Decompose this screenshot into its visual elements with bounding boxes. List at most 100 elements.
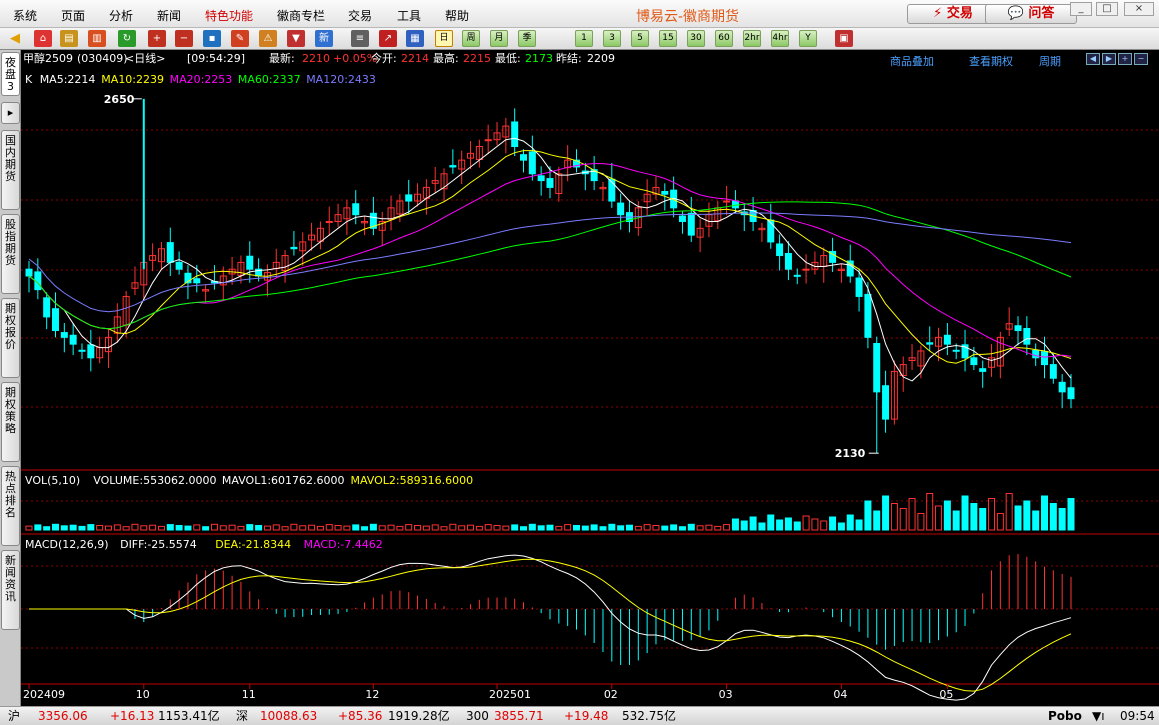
tab-night-session[interactable]: 夜盘3 bbox=[1, 52, 20, 96]
volume-bar bbox=[263, 525, 271, 531]
menu-news[interactable]: 新闻 bbox=[157, 7, 181, 24]
close-button[interactable]: × bbox=[1124, 2, 1154, 16]
home-icon[interactable]: ⌂ bbox=[34, 30, 52, 47]
price-chart[interactable]: K MA5:2214 MA10:2239 MA20:2253 MA60:2337 MA12… bbox=[21, 50, 1159, 706]
volume-bar bbox=[316, 525, 324, 531]
candle-body bbox=[69, 334, 77, 345]
period-icon[interactable]: ▦ bbox=[406, 30, 424, 47]
menu-features[interactable]: 特色功能 bbox=[205, 7, 253, 24]
period-link[interactable]: 周期 bbox=[1039, 53, 1061, 69]
volume-bar bbox=[581, 525, 589, 531]
chart-area[interactable]: K MA5:2214 MA10:2239 MA20:2253 MA60:2337 MA12… bbox=[21, 50, 1159, 706]
x-axis-label: 03 bbox=[719, 688, 733, 701]
period-week-button[interactable]: 周 bbox=[462, 30, 480, 47]
volume-bar bbox=[899, 508, 907, 531]
qa-button[interactable]: 💬 问答 bbox=[985, 4, 1077, 24]
candle-body bbox=[43, 297, 51, 318]
period-3m-button[interactable]: 3 bbox=[603, 30, 621, 47]
tab-news-info[interactable]: 新闻资讯 bbox=[1, 550, 20, 630]
volume-bar bbox=[749, 516, 757, 531]
volume-bar bbox=[776, 519, 784, 531]
menu-system[interactable]: 系统 bbox=[13, 7, 37, 24]
prev-settle-price: 2209 bbox=[587, 52, 615, 65]
period-year-button[interactable]: Y bbox=[799, 30, 817, 47]
x-axis-label: 05 bbox=[939, 688, 953, 701]
open-price: 2214 bbox=[401, 52, 429, 65]
zoom-in-icon[interactable]: + bbox=[148, 30, 166, 47]
zoom-out-icon[interactable]: − bbox=[175, 30, 193, 47]
tab-index-futures[interactable]: 股指期货 bbox=[1, 214, 20, 294]
candle-body bbox=[943, 334, 951, 345]
settings-icon[interactable]: ▣ bbox=[835, 30, 853, 47]
volume-bar bbox=[184, 525, 192, 531]
database-icon[interactable]: ▤ bbox=[60, 30, 78, 47]
indicator-icon[interactable]: ▪ bbox=[203, 30, 221, 47]
overlay-link[interactable]: 商品叠加 bbox=[890, 53, 934, 69]
menu-trade[interactable]: 交易 bbox=[348, 7, 372, 24]
volume-bar bbox=[1049, 503, 1057, 531]
trend-icon[interactable]: ↗ bbox=[379, 30, 397, 47]
candle-body bbox=[87, 344, 95, 359]
volume-bar bbox=[793, 521, 801, 531]
refresh-icon[interactable]: ↻ bbox=[118, 30, 136, 47]
period-5m-button[interactable]: 5 bbox=[631, 30, 649, 47]
period-15m-button[interactable]: 15 bbox=[659, 30, 677, 47]
period-60m-button[interactable]: 60 bbox=[715, 30, 733, 47]
zoom-out-chart-icon[interactable]: − bbox=[1134, 53, 1148, 65]
menu-huishang-column[interactable]: 徽商专栏 bbox=[277, 7, 325, 24]
tab-option-quotes[interactable]: 期权报价 bbox=[1, 298, 20, 378]
alert-icon[interactable]: ⚠ bbox=[259, 30, 277, 47]
sh-label: 沪 bbox=[8, 709, 21, 723]
tab-expand[interactable]: ▸ bbox=[1, 102, 20, 124]
candle-body bbox=[882, 385, 890, 420]
volume-bar bbox=[855, 519, 863, 531]
pen-icon[interactable]: ✎ bbox=[231, 30, 249, 47]
scroll-left-icon[interactable]: ◀ bbox=[1086, 53, 1100, 65]
news-icon[interactable]: 新 bbox=[315, 30, 333, 47]
volume-bar bbox=[414, 525, 422, 531]
candle-body bbox=[193, 278, 201, 284]
zoom-in-chart-icon[interactable]: + bbox=[1118, 53, 1132, 65]
period-day-button[interactable]: 日 bbox=[435, 30, 453, 47]
report-icon[interactable]: ▥ bbox=[88, 30, 106, 47]
menu-analysis[interactable]: 分析 bbox=[109, 7, 133, 24]
candle-body bbox=[793, 274, 801, 277]
volume-bar bbox=[625, 524, 633, 531]
grid-icon[interactable]: ≡ bbox=[351, 30, 369, 47]
period-quarter-button[interactable]: 季 bbox=[518, 30, 536, 47]
volume-bar bbox=[943, 500, 951, 531]
volume-bar bbox=[670, 524, 678, 531]
volume-bar bbox=[202, 526, 210, 531]
view-options-link[interactable]: 查看期权 bbox=[969, 53, 1013, 69]
volume-bar bbox=[502, 525, 510, 531]
volume-bar bbox=[723, 524, 731, 531]
volume-bar bbox=[422, 525, 430, 531]
minimize-button[interactable]: _ bbox=[1070, 2, 1092, 16]
period-30m-button[interactable]: 30 bbox=[687, 30, 705, 47]
tab-domestic-futures[interactable]: 国内期货 bbox=[1, 130, 20, 210]
maximize-button[interactable]: □ bbox=[1096, 2, 1118, 16]
period-1m-button[interactable]: 1 bbox=[575, 30, 593, 47]
menu-page[interactable]: 页面 bbox=[61, 7, 85, 24]
period-month-button[interactable]: 月 bbox=[490, 30, 508, 47]
filter-icon[interactable]: ▼ bbox=[287, 30, 305, 47]
sh-change: +16.13 bbox=[110, 709, 155, 723]
tab-hot-ranking[interactable]: 热点排名 bbox=[1, 466, 20, 546]
volume-bar bbox=[246, 524, 254, 531]
period-2hr-button[interactable]: 2hr bbox=[743, 30, 761, 47]
menu-help[interactable]: 帮助 bbox=[445, 7, 469, 24]
volume-bar bbox=[255, 525, 263, 531]
back-icon[interactable]: ◀ bbox=[6, 30, 24, 47]
candle-body bbox=[864, 293, 872, 338]
period-4hr-button[interactable]: 4hr bbox=[771, 30, 789, 47]
candle-body bbox=[1041, 351, 1049, 366]
tab-option-strategy[interactable]: 期权策略 bbox=[1, 382, 20, 462]
menu-tools[interactable]: 工具 bbox=[397, 7, 421, 24]
scroll-right-icon[interactable]: ▶ bbox=[1102, 53, 1116, 65]
volume-bar bbox=[69, 524, 77, 531]
volume-bar bbox=[520, 526, 528, 531]
volume-bar bbox=[228, 524, 236, 531]
symbol-name: 甲醇2509 bbox=[23, 52, 73, 65]
open-label: 今开: bbox=[371, 52, 397, 65]
volume-bar bbox=[149, 524, 157, 531]
